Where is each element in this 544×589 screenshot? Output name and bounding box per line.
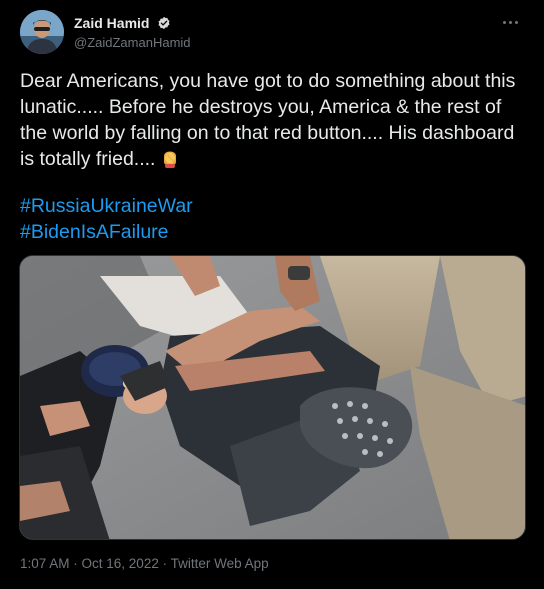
tweet-date[interactable]: Oct 16, 2022: [82, 556, 159, 571]
more-options-icon[interactable]: [498, 12, 522, 32]
avatar[interactable]: [20, 10, 64, 54]
tweet-meta: 1:07 AM · Oct 16, 2022 · Twitter Web App: [20, 556, 269, 571]
verified-badge-icon: [157, 16, 171, 30]
tweet-text: Dear Americans, you have got to do somet…: [20, 68, 524, 172]
name-block: Zaid Hamid @ZaidZamanHamid: [74, 14, 191, 50]
tweet-header: Zaid Hamid @ZaidZamanHamid: [20, 10, 524, 54]
display-name[interactable]: Zaid Hamid: [74, 15, 149, 31]
tweet-photo[interactable]: [19, 255, 526, 540]
woman-facepalming-emoji-icon: [161, 148, 179, 168]
hashtag-link[interactable]: #RussiaUkraineWar: [20, 193, 193, 219]
handle[interactable]: @ZaidZamanHamid: [74, 35, 191, 50]
tweet-source[interactable]: Twitter Web App: [171, 556, 269, 571]
meta-separator: ·: [158, 556, 171, 571]
tweet-card: Zaid Hamid @ZaidZamanHamid Dear American…: [0, 0, 544, 589]
hashtag-list: #RussiaUkraineWar #BidenIsAFailure: [20, 193, 193, 245]
meta-separator: ·: [69, 556, 82, 571]
tweet-body: Dear Americans, you have got to do somet…: [20, 70, 521, 170]
hashtag-link[interactable]: #BidenIsAFailure: [20, 219, 193, 245]
tweet-time[interactable]: 1:07 AM: [20, 556, 70, 571]
